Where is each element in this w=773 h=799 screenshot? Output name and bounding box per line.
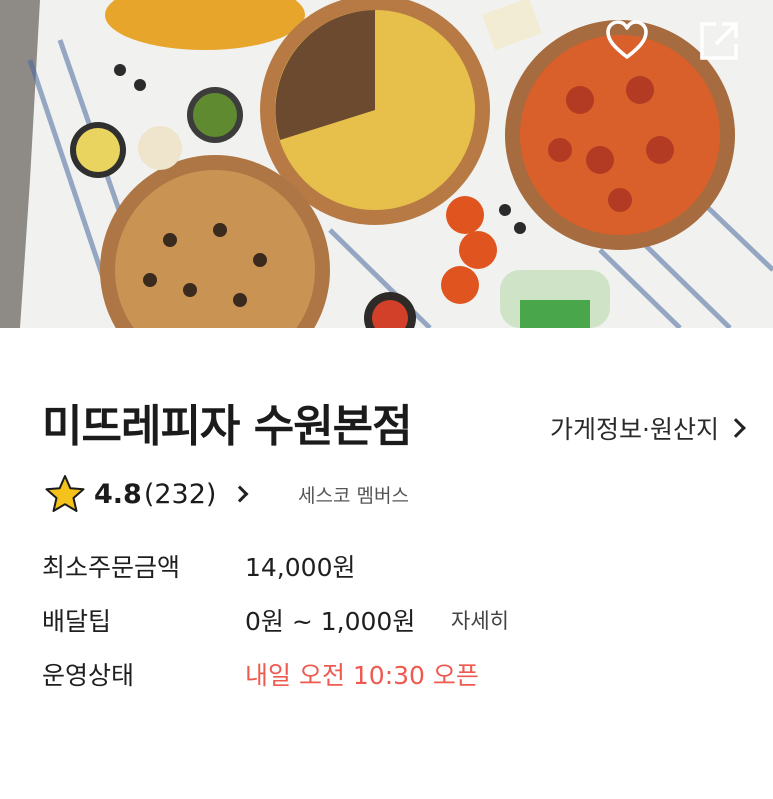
chevron-right-icon: [726, 418, 746, 438]
membership-badge: 세스코 멤버스: [298, 485, 409, 507]
delivery-tip-label: 배달팁: [42, 607, 112, 636]
chevron-right-icon: [231, 485, 249, 503]
star-icon: [45, 475, 85, 512]
status-label: 운영상태: [42, 661, 135, 690]
pizza-photo: [0, 0, 773, 328]
review-count: (232): [143, 478, 217, 510]
store-info-link-label: 가게정보·원산지: [550, 415, 719, 444]
delivery-tip-value: 0원 ~ 1,000원: [245, 607, 416, 636]
external-link-icon[interactable]: [696, 18, 742, 64]
delivery-tip-detail-link[interactable]: 자세히: [451, 605, 509, 635]
rating-value: 4.8: [94, 478, 142, 510]
min-order-value: 14,000원: [245, 553, 356, 582]
heart-icon[interactable]: [604, 18, 650, 64]
rating-summary[interactable]: 4.8 (232): [44, 473, 249, 515]
store-info-link[interactable]: 가게정보·원산지: [550, 410, 746, 446]
hero-image: [0, 0, 773, 328]
store-info-panel: 미뜨레피자 수원본점 가게정보·원산지 4.8 (232) 세스코 멤버스 최소…: [0, 328, 773, 799]
min-order-label: 최소주문금액: [42, 553, 181, 582]
store-name: 미뜨레피자 수원본점: [42, 401, 413, 452]
status-value: 내일 오전 10:30 오픈: [245, 661, 479, 690]
